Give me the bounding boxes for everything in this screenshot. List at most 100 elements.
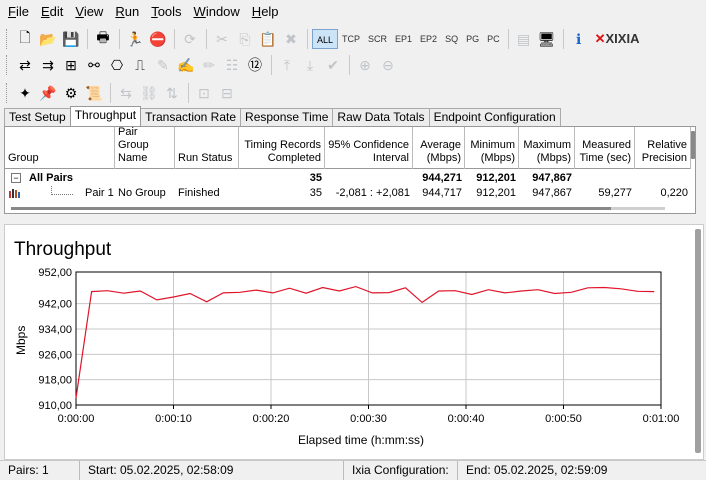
notes-icon[interactable]: ✎ <box>152 54 174 76</box>
renumber-icon[interactable]: ⑫ <box>244 54 266 76</box>
tab-transaction-rate[interactable]: Transaction Rate <box>140 108 242 126</box>
vertical-scrollbar[interactable] <box>691 131 695 159</box>
menu-edit[interactable]: Edit <box>35 0 69 24</box>
tab-raw-data-totals[interactable]: Raw Data Totals <box>332 108 430 126</box>
col-maximum[interactable]: Maximum (Mbps) <box>519 127 575 169</box>
menu-file[interactable]: File <box>2 0 35 24</box>
col-timing-records[interactable]: Timing Records Completed <box>239 127 325 169</box>
print-icon[interactable]: 🖶 <box>92 28 114 50</box>
save-icon[interactable]: 💾 <box>60 28 82 50</box>
tree-connector-icon <box>51 186 73 195</box>
filter-sq-button[interactable]: SQ <box>441 29 462 49</box>
toolbar-grip[interactable] <box>6 29 10 49</box>
script-editor-icon[interactable]: ✍ <box>175 54 197 76</box>
stop-icon[interactable]: ⛔ <box>147 28 169 50</box>
scrollbar-thumb[interactable] <box>11 207 611 210</box>
pair-maximum: 947,867 <box>532 187 572 199</box>
x-tick-label: 0:00:30 <box>350 413 387 425</box>
properties-icon[interactable]: ☷ <box>221 54 243 76</box>
col-confidence-interval[interactable]: 95% Confidence Interval <box>325 127 413 169</box>
y-axis-label: Mbps <box>14 326 28 355</box>
main-toolbar: 🗋 📂 💾 🖶 🏃 ⛔ ⟳ ✂ ⎘ 📋 ✖ ALL TCP SCR EP1 EP… <box>6 26 639 52</box>
table-row[interactable]: Pair 1 No Group Finished 35 -2,081 : +2,… <box>5 186 691 200</box>
group-icon[interactable]: ⎍ <box>129 54 151 76</box>
split-icon[interactable]: ⇅ <box>161 82 183 104</box>
collapse-icon[interactable]: ⊖ <box>377 54 399 76</box>
layout-icon[interactable]: ⊡ <box>193 82 215 104</box>
move-down-icon[interactable]: ⤓ <box>299 54 321 76</box>
result-tabs: Test Setup Throughput Transaction Rate R… <box>4 106 561 126</box>
pin-icon[interactable]: 📌 <box>37 82 59 104</box>
run-icon[interactable]: 🏃 <box>124 28 146 50</box>
link-icon[interactable]: ⛓ <box>138 82 160 104</box>
col-run-status[interactable]: Run Status <box>175 127 239 169</box>
filter-pg-button[interactable]: PG <box>462 29 483 49</box>
pair-tools-icon[interactable]: ⚙ <box>60 82 82 104</box>
filter-scr-button[interactable]: SCR <box>364 29 391 49</box>
col-minimum[interactable]: Minimum (Mbps) <box>465 127 519 169</box>
add-pair-icon[interactable]: ⇄ <box>14 54 36 76</box>
filter-ep1-button[interactable]: EP1 <box>391 29 416 49</box>
chart-scrollbar[interactable] <box>695 229 701 453</box>
x-tick-label: 0:00:50 <box>545 413 582 425</box>
col-relative-precision[interactable]: Relative Precision <box>635 127 691 169</box>
swap-icon[interactable]: ⇆ <box>115 82 137 104</box>
cut-icon[interactable]: ✂ <box>211 28 233 50</box>
toolbar-grip-2[interactable] <box>6 55 10 75</box>
col-average[interactable]: Average (Mbps) <box>413 127 465 169</box>
status-start: Start: 05.02.2025, 02:58:09 <box>80 461 344 480</box>
info-icon[interactable]: ℹ <box>568 28 590 50</box>
delete-icon[interactable]: ✖ <box>280 28 302 50</box>
filter-tcp-button[interactable]: TCP <box>338 29 364 49</box>
all-pairs-records: 35 <box>309 172 322 184</box>
expand-icon[interactable]: ⊕ <box>354 54 376 76</box>
y-tick-label: 942,00 <box>38 299 72 311</box>
paste-icon[interactable]: 📋 <box>257 28 279 50</box>
new-file-icon[interactable]: 🗋 <box>14 28 36 50</box>
pair-measured-time: 59,277 <box>598 187 632 199</box>
grid-header: Group Pair Group Name Run Status Timing … <box>5 127 691 169</box>
tile-icon[interactable]: ⊟ <box>216 82 238 104</box>
report-icon[interactable]: 📜 <box>83 82 105 104</box>
edit-pair-icon[interactable]: ⊞ <box>60 54 82 76</box>
check-icon[interactable]: ✔ <box>322 54 344 76</box>
open-folder-icon[interactable]: 📂 <box>37 28 59 50</box>
menu-bar: File Edit View Run Tools Window Help <box>0 0 706 24</box>
export-icon[interactable]: ▤ <box>513 28 535 50</box>
filter-pc-button[interactable]: PC <box>483 29 504 49</box>
endpoint-icon[interactable]: ⎔ <box>106 54 128 76</box>
menu-help[interactable]: Help <box>246 0 285 24</box>
horizontal-scrollbar[interactable] <box>11 207 665 210</box>
tab-response-time[interactable]: Response Time <box>240 108 334 126</box>
menu-view[interactable]: View <box>69 0 109 24</box>
table-row[interactable]: − All Pairs 35 944,271 912,201 947,867 <box>5 171 575 185</box>
col-pair-group-name[interactable]: Pair Group Name <box>115 127 175 169</box>
move-up-icon[interactable]: ⤒ <box>276 54 298 76</box>
filter-all-button[interactable]: ALL <box>312 29 339 49</box>
collapse-box-icon[interactable]: − <box>11 173 21 183</box>
network-icon[interactable]: ⚯ <box>83 54 105 76</box>
menu-run[interactable]: Run <box>109 0 145 24</box>
chart-title: Throughput <box>14 239 112 260</box>
col-group[interactable]: Group <box>5 127 115 169</box>
x-tick-label: 0:01:00 <box>643 413 680 425</box>
col-measured-time[interactable]: Measured Time (sec) <box>575 127 635 169</box>
tab-endpoint-configuration[interactable]: Endpoint Configuration <box>428 108 561 126</box>
filter-ep2-button[interactable]: EP2 <box>416 29 441 49</box>
toolbar-grip-3[interactable] <box>6 83 10 103</box>
monitor-icon[interactable]: 🖥 <box>536 28 558 50</box>
tab-throughput[interactable]: Throughput <box>69 106 142 126</box>
all-pairs-maximum: 947,867 <box>532 172 572 184</box>
rename-icon[interactable]: ✏ <box>198 54 220 76</box>
wizard-icon[interactable]: ✦ <box>14 82 36 104</box>
tab-test-setup[interactable]: Test Setup <box>4 108 71 126</box>
pair-precision: 0,220 <box>660 187 688 199</box>
x-axis-label: Elapsed time (h:mm:ss) <box>298 433 424 447</box>
add-multicast-icon[interactable]: ⇉ <box>37 54 59 76</box>
menu-tools[interactable]: Tools <box>145 0 187 24</box>
x-tick-label: 0:00:20 <box>253 413 290 425</box>
status-end: End: 05.02.2025, 02:59:09 <box>466 463 608 477</box>
menu-window[interactable]: Window <box>188 0 246 24</box>
copy-icon[interactable]: ⎘ <box>234 28 256 50</box>
refresh-icon[interactable]: ⟳ <box>179 28 201 50</box>
